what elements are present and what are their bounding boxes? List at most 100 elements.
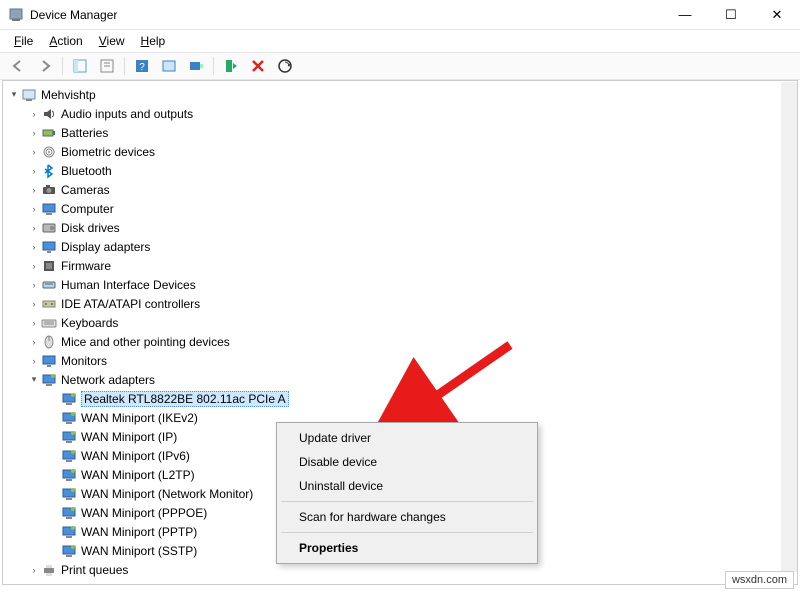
- properties-button[interactable]: [95, 55, 119, 77]
- tree-category-label: Batteries: [61, 126, 108, 140]
- tree-category-label: Display adapters: [61, 240, 150, 254]
- expander-icon[interactable]: ▾: [7, 88, 21, 102]
- tree-category[interactable]: › Biometric devices: [23, 142, 797, 161]
- expander-icon[interactable]: ›: [27, 221, 41, 235]
- ctx-separator: [281, 501, 533, 502]
- ctx-properties[interactable]: Properties: [279, 536, 535, 560]
- minimize-button[interactable]: —: [662, 0, 708, 30]
- tree-category[interactable]: › Keyboards: [23, 313, 797, 332]
- title-bar: Device Manager — ☐ ✕: [0, 0, 800, 30]
- window-controls: — ☐ ✕: [662, 0, 800, 30]
- ctx-uninstall-device[interactable]: Uninstall device: [279, 474, 535, 498]
- expander-icon[interactable]: ›: [27, 354, 41, 368]
- tree-root[interactable]: ▾ Mehvishtp: [3, 85, 797, 104]
- maximize-button[interactable]: ☐: [708, 0, 754, 30]
- tree-category[interactable]: › Batteries: [23, 123, 797, 142]
- network-adapter-icon: [61, 505, 77, 521]
- window-title: Device Manager: [30, 8, 117, 22]
- expander-icon[interactable]: ›: [27, 259, 41, 273]
- expander-icon[interactable]: ›: [27, 316, 41, 330]
- tree-category[interactable]: › Cameras: [23, 180, 797, 199]
- display-icon: [41, 239, 57, 255]
- tree-category[interactable]: › Monitors: [23, 351, 797, 370]
- forward-button[interactable]: [33, 55, 57, 77]
- network-adapter-icon: [61, 543, 77, 559]
- expander-icon[interactable]: ›: [27, 202, 41, 216]
- firmware-icon: [41, 258, 57, 274]
- tree-category[interactable]: › Human Interface Devices: [23, 275, 797, 294]
- ide-icon: [41, 296, 57, 312]
- expander-icon[interactable]: ›: [27, 335, 41, 349]
- tree-category[interactable]: › Firmware: [23, 256, 797, 275]
- tree-category-label: Cameras: [61, 183, 110, 197]
- tree-category[interactable]: › Disk drives: [23, 218, 797, 237]
- tree-device-label: WAN Miniport (SSTP): [81, 544, 197, 558]
- tree-device-label: WAN Miniport (IP): [81, 430, 177, 444]
- menu-help[interactable]: Help: [133, 32, 174, 50]
- uninstall-button[interactable]: [246, 55, 270, 77]
- tree-root-label: Mehvishtp: [41, 88, 96, 102]
- computer-icon: [41, 201, 57, 217]
- show-tree-button[interactable]: [68, 55, 92, 77]
- expander-icon[interactable]: ›: [27, 563, 41, 577]
- tree-category-label: Network adapters: [61, 373, 155, 387]
- ctx-separator: [281, 532, 533, 533]
- tree-category-label: Mice and other pointing devices: [61, 335, 230, 349]
- hid-icon: [41, 277, 57, 293]
- tree-category[interactable]: › Display adapters: [23, 237, 797, 256]
- close-button[interactable]: ✕: [754, 0, 800, 30]
- menu-file[interactable]: File: [6, 32, 41, 50]
- tree-category[interactable]: › IDE ATA/ATAPI controllers: [23, 294, 797, 313]
- tree-device-label: WAN Miniport (PPPOE): [81, 506, 207, 520]
- tree-category[interactable]: › Bluetooth: [23, 161, 797, 180]
- tree-device-label: WAN Miniport (Network Monitor): [81, 487, 253, 501]
- ctx-update-driver[interactable]: Update driver: [279, 426, 535, 450]
- tree-category-label: IDE ATA/ATAPI controllers: [61, 297, 200, 311]
- tree-device[interactable]: Realtek RTL8822BE 802.11ac PCIe A: [43, 389, 797, 408]
- toolbar: ?: [0, 52, 800, 80]
- tree-category-label: Print queues: [61, 563, 128, 577]
- tree-category-label: Bluetooth: [61, 164, 112, 178]
- expander-icon[interactable]: ›: [27, 240, 41, 254]
- network-adapter-icon: [61, 448, 77, 464]
- bluetooth-icon: [41, 163, 57, 179]
- tree-category-label: Firmware: [61, 259, 111, 273]
- app-icon: [8, 7, 24, 23]
- fingerprint-icon: [41, 144, 57, 160]
- ctx-disable-device[interactable]: Disable device: [279, 450, 535, 474]
- tree-category-label: Monitors: [61, 354, 107, 368]
- device-enable-button[interactable]: [219, 55, 243, 77]
- keyboard-icon: [41, 315, 57, 331]
- tree-device-label: WAN Miniport (L2TP): [81, 468, 195, 482]
- tree-category-network[interactable]: ▾ Network adapters: [23, 370, 797, 389]
- expander-icon[interactable]: ›: [27, 126, 41, 140]
- tree-category[interactable]: › Mice and other pointing devices: [23, 332, 797, 351]
- expander-icon[interactable]: ›: [27, 183, 41, 197]
- network-adapter-icon: [61, 467, 77, 483]
- network-adapter-icon: [61, 429, 77, 445]
- tree-category[interactable]: › Audio inputs and outputs: [23, 104, 797, 123]
- scrollbar[interactable]: [781, 82, 797, 572]
- expander-icon[interactable]: ›: [27, 164, 41, 178]
- update-driver-button[interactable]: [184, 55, 208, 77]
- tree-category-label: Audio inputs and outputs: [61, 107, 193, 121]
- network-adapter-icon: [61, 486, 77, 502]
- menu-view[interactable]: View: [91, 32, 133, 50]
- computer-icon: [21, 87, 37, 103]
- expander-icon[interactable]: ›: [27, 297, 41, 311]
- tree-category-label: Human Interface Devices: [61, 278, 196, 292]
- tree-category[interactable]: › Computer: [23, 199, 797, 218]
- menu-action[interactable]: Action: [41, 32, 90, 50]
- expander-icon[interactable]: ›: [27, 107, 41, 121]
- expander-icon[interactable]: ›: [27, 278, 41, 292]
- expander-icon[interactable]: ▾: [27, 373, 41, 387]
- help-button[interactable]: ?: [130, 55, 154, 77]
- network-adapter-icon: [61, 410, 77, 426]
- ctx-scan-hardware[interactable]: Scan for hardware changes: [279, 505, 535, 529]
- speaker-icon: [41, 106, 57, 122]
- tree-device-label: WAN Miniport (IPv6): [81, 449, 190, 463]
- expander-icon[interactable]: ›: [27, 145, 41, 159]
- show-hidden-button[interactable]: [157, 55, 181, 77]
- scan-hardware-button[interactable]: [273, 55, 297, 77]
- back-button[interactable]: [6, 55, 30, 77]
